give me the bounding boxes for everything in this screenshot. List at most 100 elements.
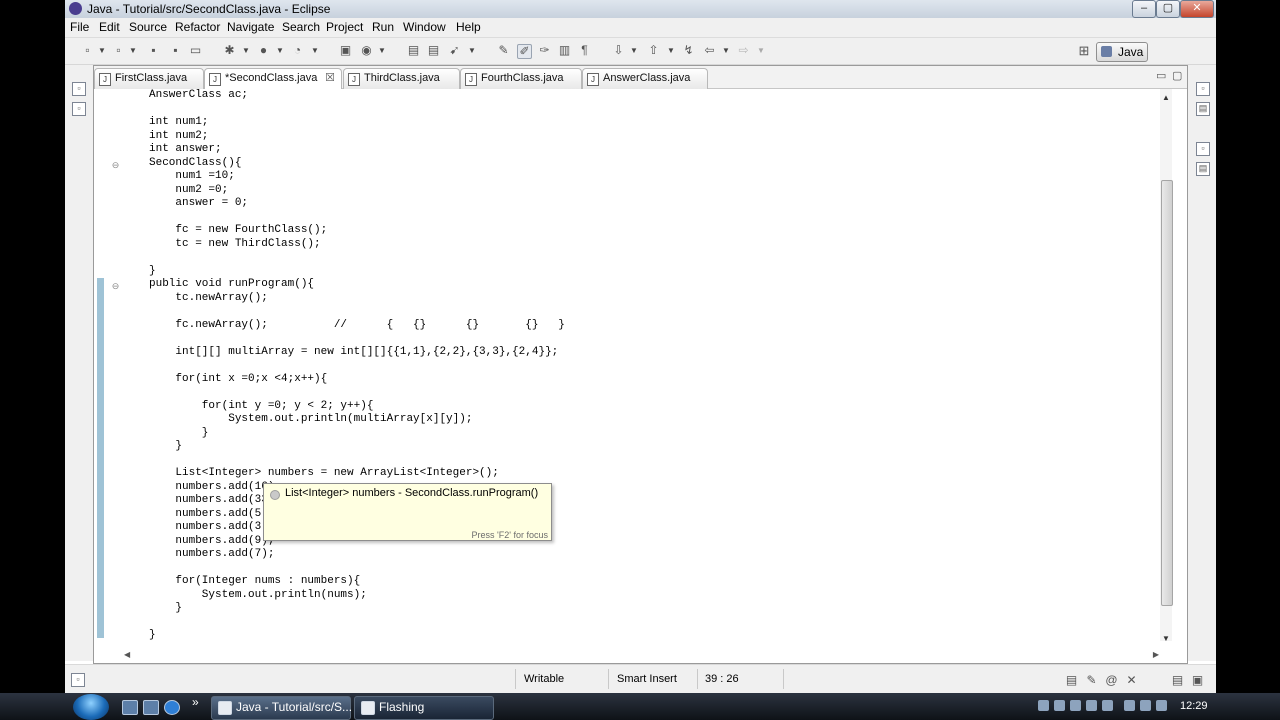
tray-bluetooth-icon[interactable]	[1070, 700, 1081, 711]
menu-refactor[interactable]: Refactor	[175, 20, 220, 34]
menu-help[interactable]: Help	[456, 20, 481, 34]
menu-navigate[interactable]: Navigate	[227, 20, 274, 34]
save-icon[interactable]: ▪	[147, 44, 160, 57]
menu-edit[interactable]: Edit	[99, 20, 120, 34]
restore-trim-icon[interactable]: ▣	[1191, 674, 1204, 687]
fold-toggle-icon[interactable]: ⊖	[111, 282, 120, 291]
quicklaunch-expand-icon[interactable]: »	[192, 695, 199, 709]
tab-answerclass[interactable]: J AnswerClass.java	[582, 68, 708, 89]
open-perspective-icon[interactable]: ⊞	[1075, 42, 1093, 60]
block-selection-icon[interactable]: ✑	[538, 44, 551, 57]
menu-window[interactable]: Window	[403, 20, 446, 34]
tab-firstclass[interactable]: J FirstClass.java	[94, 68, 204, 89]
tab-secondclass[interactable]: J *SecondClass.java ☒	[204, 68, 342, 90]
tab-fourthclass[interactable]: J FourthClass.java	[460, 68, 582, 89]
tray-security-icon[interactable]	[1086, 700, 1097, 711]
toggle-mark-occurrences-icon[interactable]: ✎	[497, 44, 510, 57]
scrollbar-thumb[interactable]	[1161, 180, 1173, 606]
package-explorer-icon[interactable]: ▫	[72, 102, 86, 116]
new-class-dropdown-icon[interactable]: ▼	[378, 44, 386, 57]
menu-project[interactable]: Project	[326, 20, 363, 34]
restore-icon[interactable]: ▫	[72, 82, 86, 96]
previous-annotation-dropdown-icon[interactable]: ▼	[667, 44, 675, 57]
problems-icon[interactable]: ▤	[1196, 162, 1210, 176]
menu-search[interactable]: Search	[282, 20, 320, 34]
taskbar-eclipse-button[interactable]: Java - Tutorial/src/S...	[211, 696, 352, 720]
menu-source[interactable]: Source	[129, 20, 167, 34]
new-class-icon[interactable]: ◉	[360, 44, 373, 57]
tray-power-icon[interactable]	[1124, 700, 1135, 711]
new-java-project-icon[interactable]: ▣	[339, 44, 352, 57]
search-dropdown-icon[interactable]: ▼	[468, 44, 476, 57]
java-perspective-icon	[1101, 46, 1112, 57]
new-icon[interactable]: ▫	[81, 44, 94, 57]
scroll-down-icon[interactable]: ▼	[1161, 634, 1171, 644]
tray-network-icon[interactable]	[1054, 700, 1065, 711]
switch-windows-icon[interactable]	[143, 700, 159, 715]
tab-thirdclass[interactable]: J ThirdClass.java	[343, 68, 460, 89]
tray-wifi-icon[interactable]	[1140, 700, 1151, 711]
maximize-editor-icon[interactable]: ▢	[1172, 69, 1182, 82]
back-icon[interactable]: ⇦	[703, 44, 716, 57]
wizard-dropdown-icon[interactable]: ▼	[129, 44, 137, 57]
tools-icon[interactable]: ✕	[1125, 674, 1138, 687]
tray-app-icon[interactable]	[1038, 700, 1049, 711]
external-tools-icon[interactable]: ◔	[291, 44, 304, 57]
forward-icon[interactable]: ⇨	[737, 44, 750, 57]
show-whitespace-icon[interactable]: ▥	[558, 44, 571, 57]
tray-clock[interactable]: 12:29	[1180, 700, 1208, 712]
open-folder-icon[interactable]: ▤	[427, 44, 440, 57]
code-line: numbers.add(16);	[149, 480, 282, 493]
back-dropdown-icon[interactable]: ▼	[722, 44, 730, 57]
menu-file[interactable]: File	[70, 20, 89, 34]
debug-dropdown-icon[interactable]: ▼	[242, 44, 250, 57]
internet-explorer-icon[interactable]	[164, 700, 180, 715]
close-button[interactable]: ✕	[1180, 0, 1214, 18]
email-icon[interactable]: @	[1105, 674, 1118, 687]
forward-dropdown-icon[interactable]: ▼	[757, 44, 765, 57]
run-dropdown-icon[interactable]: ▼	[276, 44, 284, 57]
vertical-scrollbar[interactable]: ▲ ▼	[1160, 89, 1173, 644]
restore-right-icon[interactable]: ▫	[1196, 82, 1210, 96]
show-desktop-icon[interactable]	[122, 700, 138, 715]
show-view-icon[interactable]: ▤	[1065, 674, 1078, 687]
open-type-icon[interactable]: ▤	[407, 44, 420, 57]
print-icon[interactable]: ▭	[189, 44, 202, 57]
scroll-up-icon[interactable]: ▲	[1161, 93, 1171, 103]
fast-view-icon[interactable]: ▫	[71, 673, 85, 687]
debug-icon[interactable]: ✱	[223, 44, 236, 57]
code-area[interactable]: ⊖ ⊖ AnswerClass ac; int num1; int num2; …	[94, 89, 1187, 641]
minimize-editor-icon[interactable]: ▭	[1156, 69, 1166, 82]
outline-icon[interactable]: ▤	[1196, 102, 1210, 116]
local-variable-icon	[270, 490, 280, 500]
next-annotation-dropdown-icon[interactable]: ▼	[630, 44, 638, 57]
tray-volume-icon[interactable]	[1156, 700, 1167, 711]
tray-defender-icon[interactable]	[1102, 700, 1113, 711]
start-button[interactable]	[73, 694, 109, 720]
save-all-icon[interactable]: ▪	[169, 44, 182, 57]
horizontal-scrollbar[interactable]: ◀ ▶	[124, 650, 1159, 661]
toggle-highlight-icon[interactable]: ✐	[517, 44, 532, 59]
restore-right-lower-icon[interactable]: ▫	[1196, 142, 1210, 156]
search-icon[interactable]: ➹	[448, 44, 461, 57]
fold-toggle-icon[interactable]: ⊖	[111, 161, 120, 170]
pilcrow-icon[interactable]: ¶	[578, 44, 591, 57]
run-icon[interactable]: ●	[257, 44, 270, 57]
new-dropdown-icon[interactable]: ▼	[98, 44, 106, 57]
new-wizard-icon[interactable]: ▫	[112, 44, 125, 57]
minimize-button[interactable]: –	[1132, 0, 1156, 18]
scroll-left-icon[interactable]: ◀	[124, 650, 130, 659]
menu-run[interactable]: Run	[372, 20, 394, 34]
external-tools-dropdown-icon[interactable]: ▼	[311, 44, 319, 57]
code-line: SecondClass(){	[149, 156, 242, 169]
java-perspective-button[interactable]: Java	[1096, 42, 1148, 62]
previous-annotation-icon[interactable]: ⇧	[647, 44, 660, 57]
close-tab-icon[interactable]: ☒	[325, 69, 335, 88]
next-annotation-icon[interactable]: ⇩	[612, 44, 625, 57]
taskbar-flashing-button[interactable]: Flashing	[354, 696, 494, 720]
last-edit-icon[interactable]: ↯	[682, 44, 695, 57]
tasks-icon[interactable]: ✎	[1085, 674, 1098, 687]
scroll-right-icon[interactable]: ▶	[1153, 650, 1159, 659]
maximize-button[interactable]: ▢	[1156, 0, 1180, 18]
minimize-trim-icon[interactable]: ▤	[1171, 674, 1184, 687]
